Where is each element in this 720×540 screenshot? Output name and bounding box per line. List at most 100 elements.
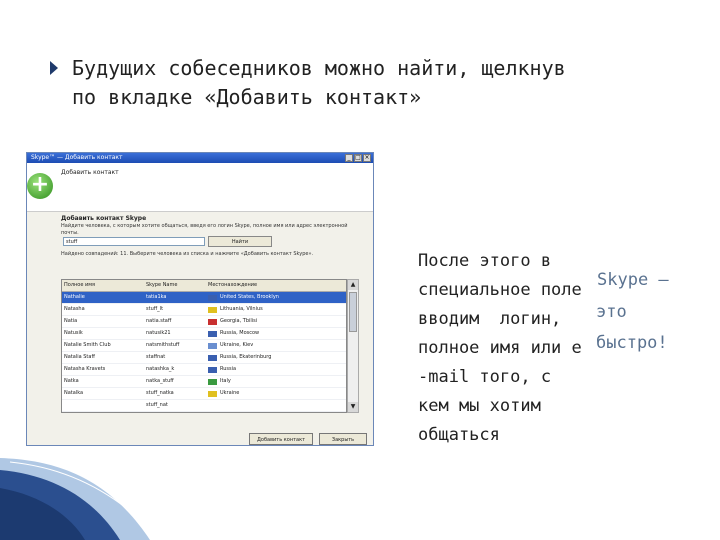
cell-fullname — [62, 400, 146, 411]
cell-fullname: Natalka — [64, 390, 84, 396]
location-text: United States, Brooklyn — [220, 294, 279, 300]
location-text: Georgia, Tbilisi — [220, 318, 258, 324]
paragraph-line: -mail того, с — [418, 367, 552, 387]
flag-icon — [208, 378, 217, 385]
cell-skype-name: tatia1ka — [146, 294, 167, 300]
heading-line-2: по вкладке «Добавить контакт» — [72, 85, 422, 109]
flag-icon — [208, 318, 217, 325]
table-row[interactable]: Natia natia.staff Georgia, Tbilisi — [62, 316, 346, 328]
window-title: Skype™ — Добавить контакт — [31, 154, 123, 161]
cell-location: Ukraine — [208, 388, 332, 399]
table-row[interactable]: Natka natka_stuff Italy — [62, 376, 346, 388]
overlay-bystro-text: быстро! — [596, 333, 668, 353]
overlay-eto-text: это — [596, 302, 627, 322]
paragraph-line: вводим логин, — [418, 309, 562, 329]
cell-skype-name: natusik21 — [146, 330, 171, 336]
minimize-button[interactable]: _ — [345, 154, 353, 162]
find-button[interactable]: Найти — [208, 236, 272, 247]
cell-skype-name: stuff_vk — [146, 412, 208, 413]
add-contact-icon: + — [27, 173, 53, 199]
header-title: Добавить контакт — [61, 169, 119, 176]
cell-fullname: Natusik — [64, 330, 83, 336]
cell-fullname: Natka — [64, 378, 79, 384]
scroll-thumb[interactable] — [349, 292, 357, 332]
maximize-button[interactable]: □ — [354, 154, 362, 162]
flag-icon — [208, 330, 217, 337]
cell-skype-name: stuff_nat — [146, 402, 168, 408]
table-row[interactable]: Natusik natusik21 Russia, Moscow — [62, 328, 346, 340]
table-row[interactable]: stuff_nat — [62, 400, 346, 412]
cell-fullname: Natia — [64, 318, 78, 324]
flag-icon — [208, 294, 217, 301]
close-button[interactable]: Закрыть — [319, 433, 367, 445]
search-input-value: stuff — [66, 239, 78, 245]
cell-fullname: Natasha Kravets — [64, 366, 106, 372]
cell-skype-name: natka_stuff — [146, 378, 174, 384]
section-title: Добавить контакт Skype — [61, 215, 147, 222]
results-table: Полное имя Skype Name Местонахождение Na… — [61, 279, 347, 413]
bullet-icon — [50, 61, 58, 75]
column-location[interactable]: Местонахождение — [208, 280, 332, 291]
table-row[interactable]: Natasha stuff_lt Lithuania, Vilnius — [62, 304, 346, 316]
cell-skype-name: stuff_natka — [146, 390, 174, 396]
cell-location: United States, Brooklyn — [208, 292, 332, 303]
flag-icon — [208, 366, 217, 373]
cell-skype-name: natia.staff — [146, 318, 172, 324]
cell-location: Russia, Ekaterinburg — [208, 352, 332, 363]
cell-fullname: Natalie Smith Club — [64, 342, 111, 348]
column-skype-name[interactable]: Skype Name — [146, 280, 208, 291]
paragraph-line: После этого в — [418, 251, 552, 271]
cell-location: Georgia, Tbilisi — [208, 316, 332, 327]
cell-fullname: Natasha — [64, 306, 85, 312]
table-header: Полное имя Skype Name Местонахождение — [62, 280, 346, 292]
location-text: Ukraine — [220, 390, 240, 396]
location-text: Russia, Ekaterinburg — [220, 354, 272, 360]
close-window-button[interactable]: × — [363, 154, 371, 162]
results-info: Найдено совпадений: 11. Выберите человек… — [61, 251, 314, 257]
table-scrollbar[interactable]: ▲ ▼ — [347, 279, 359, 413]
column-fullname[interactable]: Полное имя — [62, 280, 146, 291]
table-row[interactable]: Vladimir Kontasstuff_vk Russia, Ekaterinb… — [62, 412, 346, 413]
flag-icon — [208, 354, 217, 361]
cell-location: Russia, Moscow — [208, 328, 332, 339]
cell-location: Russia, Ekaterinburg — [208, 412, 332, 413]
location-text: Italy — [220, 378, 231, 384]
paragraph-line: полное имя или е — [418, 338, 582, 358]
location-text: Russia, Ekaterinburg — [220, 412, 271, 413]
location-text: Lithuania, Vilnius — [220, 306, 263, 312]
table-row[interactable]: Nathalie tatia1ka United States, Brooklyn — [62, 292, 346, 304]
cell-location: Italy — [208, 376, 332, 387]
heading-line-1: Будущих собеседников можно найти, щелкну… — [72, 56, 566, 80]
window-titlebar: Skype™ — Добавить контакт _ □ × — [27, 153, 373, 163]
table-row[interactable]: Natasha Kravets natashka_k Russia — [62, 364, 346, 376]
explanation-paragraph: После этого в специальное поле вводим ло… — [418, 247, 718, 450]
location-text: Ukraine, Kiev — [220, 342, 254, 348]
add-skype-contact-button[interactable]: Добавить контакт Skype — [249, 433, 313, 445]
flag-icon — [208, 342, 217, 349]
skype-add-contact-window: Skype™ — Добавить контакт _ □ × + Добави… — [26, 152, 374, 446]
window-header: + Добавить контакт — [27, 163, 373, 212]
location-text: Russia, Moscow — [220, 330, 260, 336]
paragraph-line: специальное поле — [418, 280, 582, 300]
cell-location — [208, 400, 332, 411]
overlay-skype-text: Skype – — [597, 270, 669, 290]
paragraph-line: кем мы хотим — [418, 396, 541, 416]
search-input[interactable]: stuff — [63, 237, 205, 246]
paragraph-line: общаться — [418, 425, 500, 445]
location-text: Russia — [220, 366, 237, 372]
flag-icon — [208, 390, 217, 397]
cell-skype-name: stuff_lt — [146, 306, 164, 312]
cell-fullname: Nathalie — [64, 294, 85, 300]
flag-icon — [208, 306, 217, 313]
cell-skype-name: staffnat — [146, 354, 166, 360]
table-row[interactable]: Natalie Smith Club natsmithstuff Ukraine, … — [62, 340, 346, 352]
cell-location: Lithuania, Vilnius — [208, 304, 332, 315]
cell-location: Russia — [208, 364, 332, 375]
scroll-down-icon[interactable]: ▼ — [348, 402, 358, 412]
scroll-up-icon[interactable]: ▲ — [348, 280, 358, 290]
heading: Будущих собеседников можно найти, щелкну… — [72, 54, 712, 112]
table-row[interactable]: Natalka stuff_natka Ukraine — [62, 388, 346, 400]
cell-fullname: Vladimir Kontas — [62, 412, 146, 413]
table-row[interactable]: Natalia Staff staffnat Russia, Ekaterinbur… — [62, 352, 346, 364]
cell-skype-name: natashka_k — [146, 366, 175, 372]
